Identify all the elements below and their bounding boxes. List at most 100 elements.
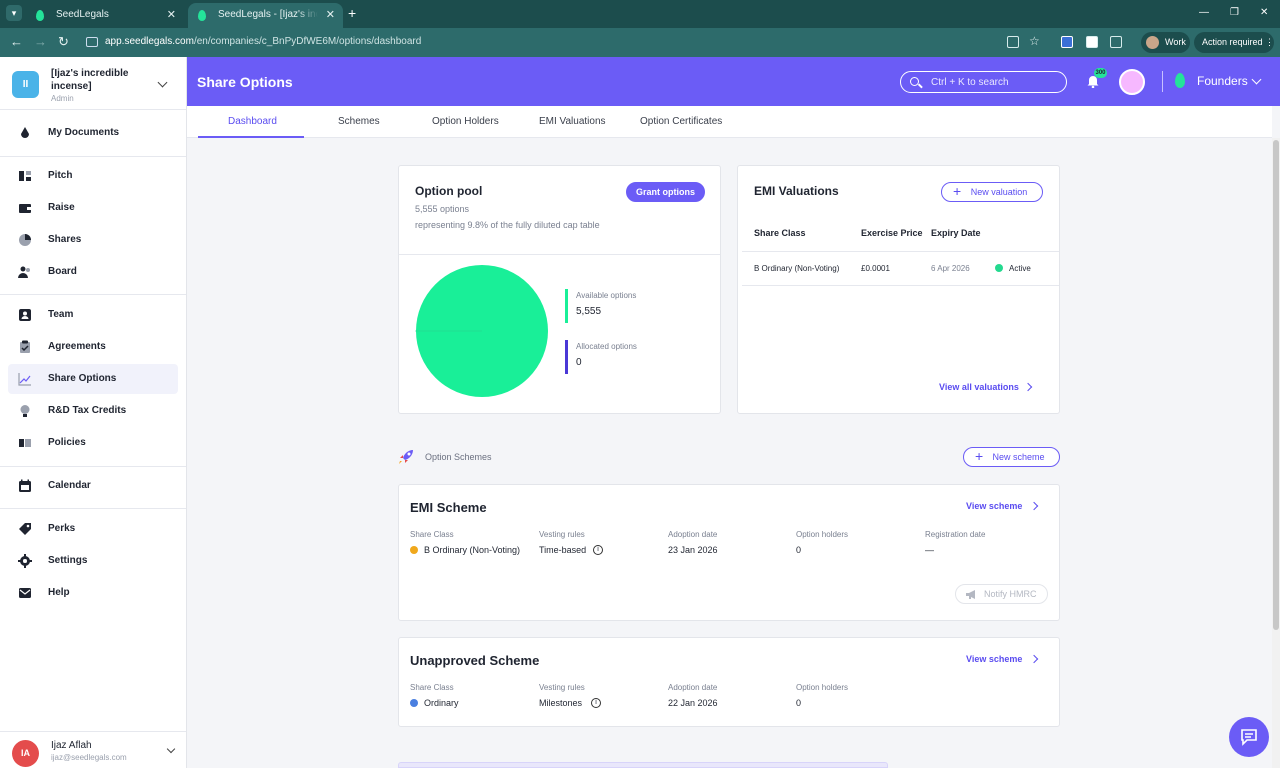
bookmark-star-icon[interactable]: ☆ bbox=[1029, 34, 1040, 48]
sidebar-item-help[interactable]: Help bbox=[8, 578, 178, 608]
new-tab-icon[interactable]: + bbox=[348, 5, 356, 21]
emi-valuations-card: EMI Valuations + New valuation Share Cla… bbox=[737, 165, 1060, 414]
tab-search-icon[interactable]: ▾ bbox=[6, 5, 22, 21]
chevron-down-icon[interactable] bbox=[166, 744, 176, 754]
new-scheme-label: New scheme bbox=[992, 452, 1045, 462]
sidebar-item-pitch[interactable]: Pitch bbox=[8, 161, 178, 191]
back-icon[interactable]: ← bbox=[10, 34, 23, 49]
workspace-switcher[interactable]: Founders bbox=[1197, 74, 1248, 88]
close-tab-icon[interactable]: ✕ bbox=[167, 3, 176, 27]
plus-icon: + bbox=[975, 448, 984, 464]
divider bbox=[742, 251, 1059, 252]
browser-tab[interactable]: SeedLegals ✕ bbox=[26, 3, 184, 28]
sidebar-item-label: Calendar bbox=[48, 480, 91, 491]
sidebar-item-my-documents[interactable]: My Documents bbox=[8, 118, 178, 148]
forward-icon[interactable]: → bbox=[34, 34, 47, 49]
close-window-icon[interactable]: ✕ bbox=[1260, 7, 1268, 18]
shares-icon bbox=[19, 234, 31, 246]
company-switcher[interactable]: II [Ijaz's incredible incense] Admin bbox=[0, 57, 186, 110]
agreements-icon bbox=[20, 340, 30, 353]
option-holders-label: Option holders bbox=[796, 683, 849, 692]
gear-icon bbox=[18, 554, 32, 568]
cast-icon[interactable] bbox=[1007, 36, 1019, 48]
sidebar-item-shares[interactable]: Shares bbox=[8, 225, 178, 255]
extensions-puzzle-icon[interactable] bbox=[1110, 36, 1122, 48]
sidebar-item-settings[interactable]: Settings bbox=[8, 546, 178, 576]
restore-icon[interactable]: ❐ bbox=[1230, 7, 1239, 18]
chevron-right-icon[interactable] bbox=[1029, 654, 1039, 664]
seedlegals-drop-icon bbox=[1175, 73, 1185, 88]
user-name: Ijaz Aflah bbox=[51, 740, 92, 751]
info-icon[interactable]: i bbox=[593, 545, 603, 555]
url-text[interactable]: app.seedlegals.com/en/companies/c_BnPyDf… bbox=[105, 36, 421, 47]
sidebar-item-calendar[interactable]: Calendar bbox=[8, 471, 178, 501]
option-holders-label: Option holders bbox=[796, 530, 849, 539]
new-valuation-button[interactable]: + New valuation bbox=[941, 182, 1043, 202]
more-menu-icon[interactable]: ⋮ bbox=[1265, 32, 1274, 53]
tab-option-holders[interactable]: Option Holders bbox=[432, 116, 499, 127]
tab-option-certificates[interactable]: Option Certificates bbox=[640, 116, 722, 127]
scrollbar-thumb[interactable] bbox=[1273, 140, 1279, 630]
column-header: Exercise Price bbox=[861, 228, 923, 238]
sidebar-item-perks[interactable]: Perks bbox=[8, 514, 178, 544]
sidebar-item-share-options[interactable]: Share Options bbox=[8, 364, 178, 394]
reload-icon[interactable]: ↻ bbox=[58, 34, 69, 50]
sidebar-item-label: Agreements bbox=[48, 341, 106, 352]
view-scheme-link[interactable]: View scheme bbox=[966, 501, 1022, 511]
sidebar-item-policies[interactable]: Policies bbox=[8, 428, 178, 458]
sidebar-item-team[interactable]: Team bbox=[8, 300, 178, 330]
sidebar-item-rd-tax-credits[interactable]: R&D Tax Credits bbox=[8, 396, 178, 426]
divider bbox=[0, 508, 186, 509]
adoption-date-value: 23 Jan 2026 bbox=[668, 545, 718, 555]
site-info-icon[interactable] bbox=[86, 37, 98, 47]
user-email: ijaz@seedlegals.com bbox=[51, 753, 127, 762]
info-icon[interactable]: i bbox=[591, 698, 601, 708]
share-options-icon bbox=[18, 373, 31, 386]
adoption-date-label: Adoption date bbox=[668, 530, 718, 539]
chat-button[interactable] bbox=[1229, 717, 1269, 757]
chevron-down-icon[interactable] bbox=[1251, 74, 1262, 85]
sidebar-item-board[interactable]: Board bbox=[8, 257, 178, 287]
extension-icon[interactable] bbox=[1061, 36, 1073, 48]
sidebar-item-agreements[interactable]: Agreements bbox=[8, 332, 178, 362]
tab-dashboard[interactable]: Dashboard bbox=[228, 116, 277, 127]
search-box[interactable] bbox=[900, 71, 1067, 93]
available-options-value: 5,555 bbox=[576, 306, 602, 317]
share-class-dot bbox=[410, 699, 418, 707]
search-input[interactable] bbox=[931, 75, 1059, 89]
new-scheme-button[interactable]: + New scheme bbox=[963, 447, 1060, 467]
documents-icon bbox=[21, 127, 29, 138]
view-scheme-link[interactable]: View scheme bbox=[966, 654, 1022, 664]
page-title: Share Options bbox=[197, 74, 293, 90]
chevron-down-icon[interactable] bbox=[157, 77, 168, 88]
browser-tab-active[interactable]: SeedLegals - [Ijaz's incredible incense]… bbox=[188, 3, 343, 28]
action-required-label: Action required bbox=[1202, 37, 1263, 47]
vesting-rules-label: Vesting rules bbox=[539, 683, 585, 692]
status-dot bbox=[995, 264, 1003, 272]
profile-button[interactable]: Work bbox=[1141, 32, 1190, 53]
close-tab-icon[interactable]: ✕ bbox=[326, 3, 335, 27]
action-required-button[interactable]: Action required ⋮ bbox=[1194, 32, 1274, 53]
chevron-right-icon[interactable] bbox=[1029, 501, 1039, 511]
search-icon bbox=[910, 77, 919, 86]
sidebar-item-label: R&D Tax Credits bbox=[48, 405, 127, 416]
allocated-options-label: Allocated options bbox=[576, 342, 637, 351]
view-all-valuations-link[interactable]: View all valuations bbox=[939, 382, 1019, 392]
browser-tab-strip: ▾ SeedLegals ✕ SeedLegals - [Ijaz's incr… bbox=[0, 0, 1280, 28]
calendar-icon bbox=[19, 479, 31, 492]
notion-extension-icon[interactable] bbox=[1086, 36, 1098, 48]
assistant-robot-icon[interactable] bbox=[1119, 69, 1145, 95]
user-menu[interactable]: IA Ijaz Aflah ijaz@seedlegals.com bbox=[0, 731, 186, 768]
option-pool-count: 5,555 options bbox=[415, 204, 470, 214]
tab-schemes[interactable]: Schemes bbox=[338, 116, 380, 127]
sidebar-item-raise[interactable]: Raise bbox=[8, 193, 178, 223]
minimize-icon[interactable]: — bbox=[1199, 7, 1209, 18]
company-avatar: II bbox=[12, 71, 39, 98]
tab-emi-valuations[interactable]: EMI Valuations bbox=[539, 116, 606, 127]
exercise-price-cell: £0.0001 bbox=[861, 264, 890, 273]
share-class-cell: B Ordinary (Non-Voting) bbox=[754, 264, 840, 273]
pitch-icon bbox=[19, 171, 31, 181]
grant-options-button[interactable]: Grant options bbox=[626, 182, 705, 202]
chevron-right-icon[interactable] bbox=[1023, 382, 1033, 392]
notify-hmrc-button[interactable]: Notify HMRC bbox=[955, 584, 1048, 604]
